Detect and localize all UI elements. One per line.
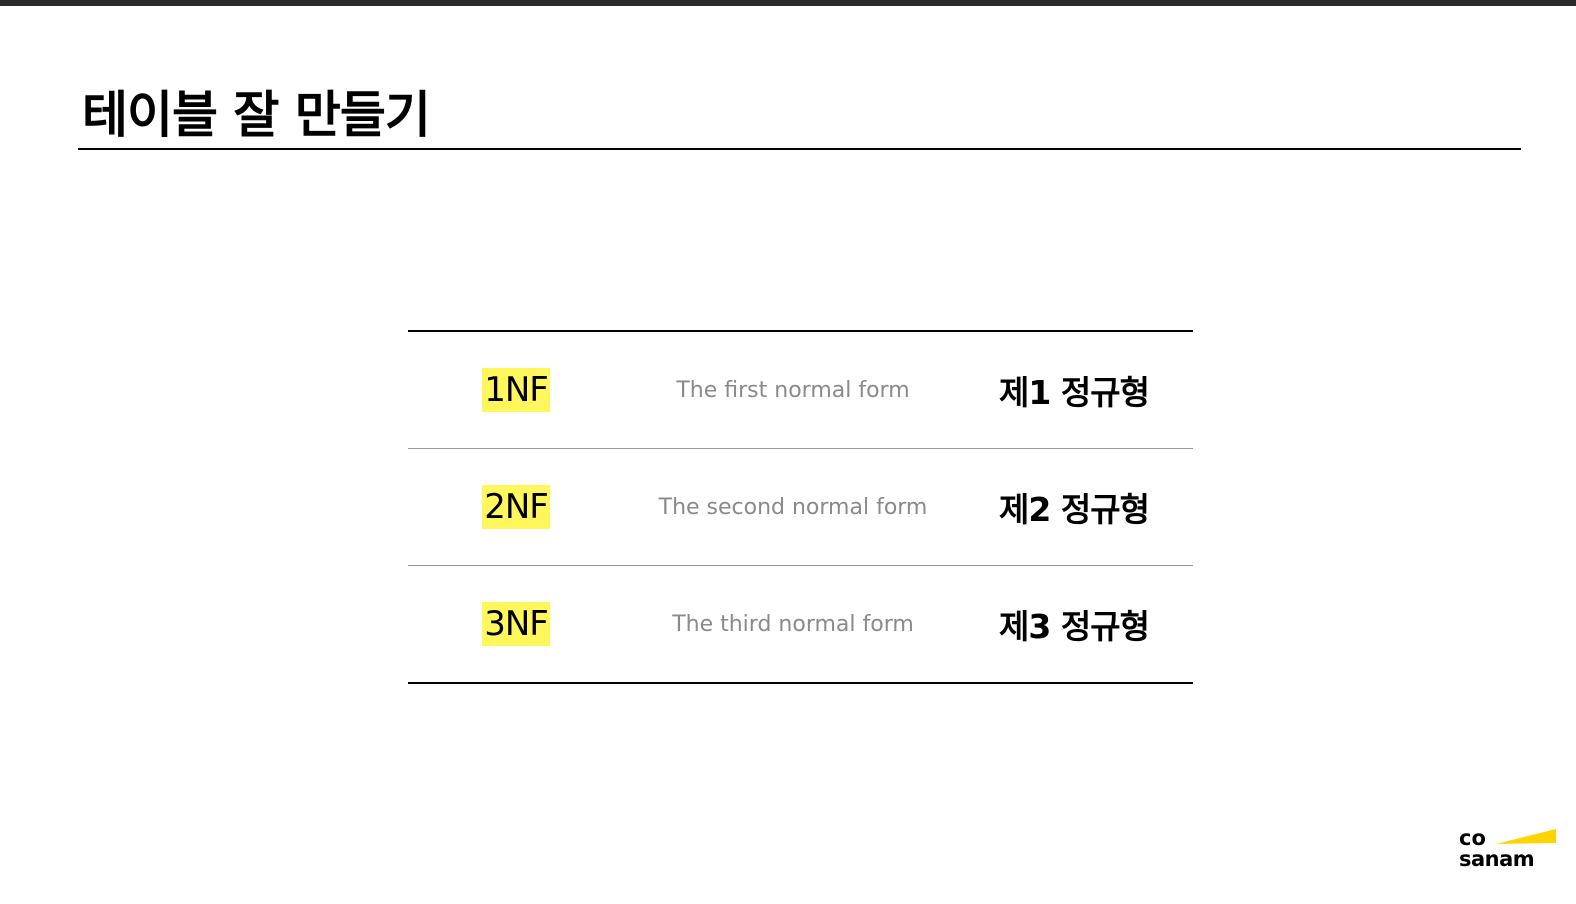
cosanam-logo-mark: co sanam [1459,826,1556,870]
logo-text-line2: sanam [1459,847,1534,870]
table-row: 3NF The third normal form 제3 정규형 [408,566,1193,682]
normal-forms-table: 1NF The first normal form 제1 정규형 2NF The… [408,330,1193,684]
page-title: 테이블 잘 만들기 [82,86,431,144]
nf-english-name: The first normal form [676,377,910,403]
nf-korean-name: 제1 정규형 [999,373,1150,412]
table-row: 2NF The second normal form 제2 정규형 [408,449,1193,566]
top-bar [0,0,1576,6]
nf-abbreviation: 2NF [482,485,550,529]
logo-accent-wedge [1496,829,1556,844]
title-divider [78,148,1521,150]
nf-korean-name: 제3 정규형 [999,607,1150,646]
nf-abbreviation: 3NF [482,602,550,646]
table-row: 1NF The first normal form 제1 정규형 [408,332,1193,449]
nf-abbreviation: 1NF [482,368,550,412]
nf-korean-name: 제2 정규형 [999,490,1150,529]
cosanam-logo: co sanam [1458,826,1558,870]
nf-english-name: The second normal form [658,494,928,520]
nf-english-name: The third normal form [672,611,914,637]
